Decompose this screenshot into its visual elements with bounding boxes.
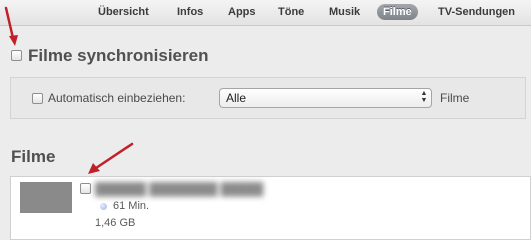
auto-include-select-value: Alle — [226, 91, 247, 105]
movies-section-title: Filme — [11, 147, 56, 166]
movie-checkbox[interactable] — [80, 183, 91, 194]
auto-include-select[interactable]: Alle ▲ ▼ — [219, 88, 432, 108]
tab-musik[interactable]: Musik — [323, 4, 366, 20]
movie-title: ██████ ████████ █████ — [95, 182, 264, 196]
movie-size: 1,46 GB — [95, 217, 136, 229]
unplayed-dot-icon — [100, 203, 107, 210]
arrow-icon — [88, 142, 134, 174]
select-arrows-icon: ▲ ▼ — [420, 90, 428, 104]
tab-uebersicht[interactable]: Übersicht — [92, 4, 155, 20]
tab-bar: Übersicht Infos Apps Töne Musik Filme TV… — [0, 0, 531, 26]
tab-tv-sendungen[interactable]: TV-Sendungen — [432, 4, 521, 20]
tab-apps[interactable]: Apps — [222, 4, 262, 20]
sync-movies-checkbox[interactable] — [11, 50, 22, 61]
movie-thumbnail — [20, 182, 72, 213]
movie-duration: 61 Min. — [113, 200, 150, 212]
auto-include-suffix: Filme — [440, 91, 470, 105]
auto-include-checkbox[interactable] — [32, 93, 43, 104]
tab-infos[interactable]: Infos — [171, 4, 209, 20]
tab-toene[interactable]: Töne — [272, 4, 310, 20]
sync-movies-label[interactable]: Filme synchronisieren — [28, 46, 208, 66]
auto-include-label[interactable]: Automatisch einbeziehen: — [48, 91, 185, 105]
tab-filme[interactable]: Filme — [377, 4, 418, 20]
